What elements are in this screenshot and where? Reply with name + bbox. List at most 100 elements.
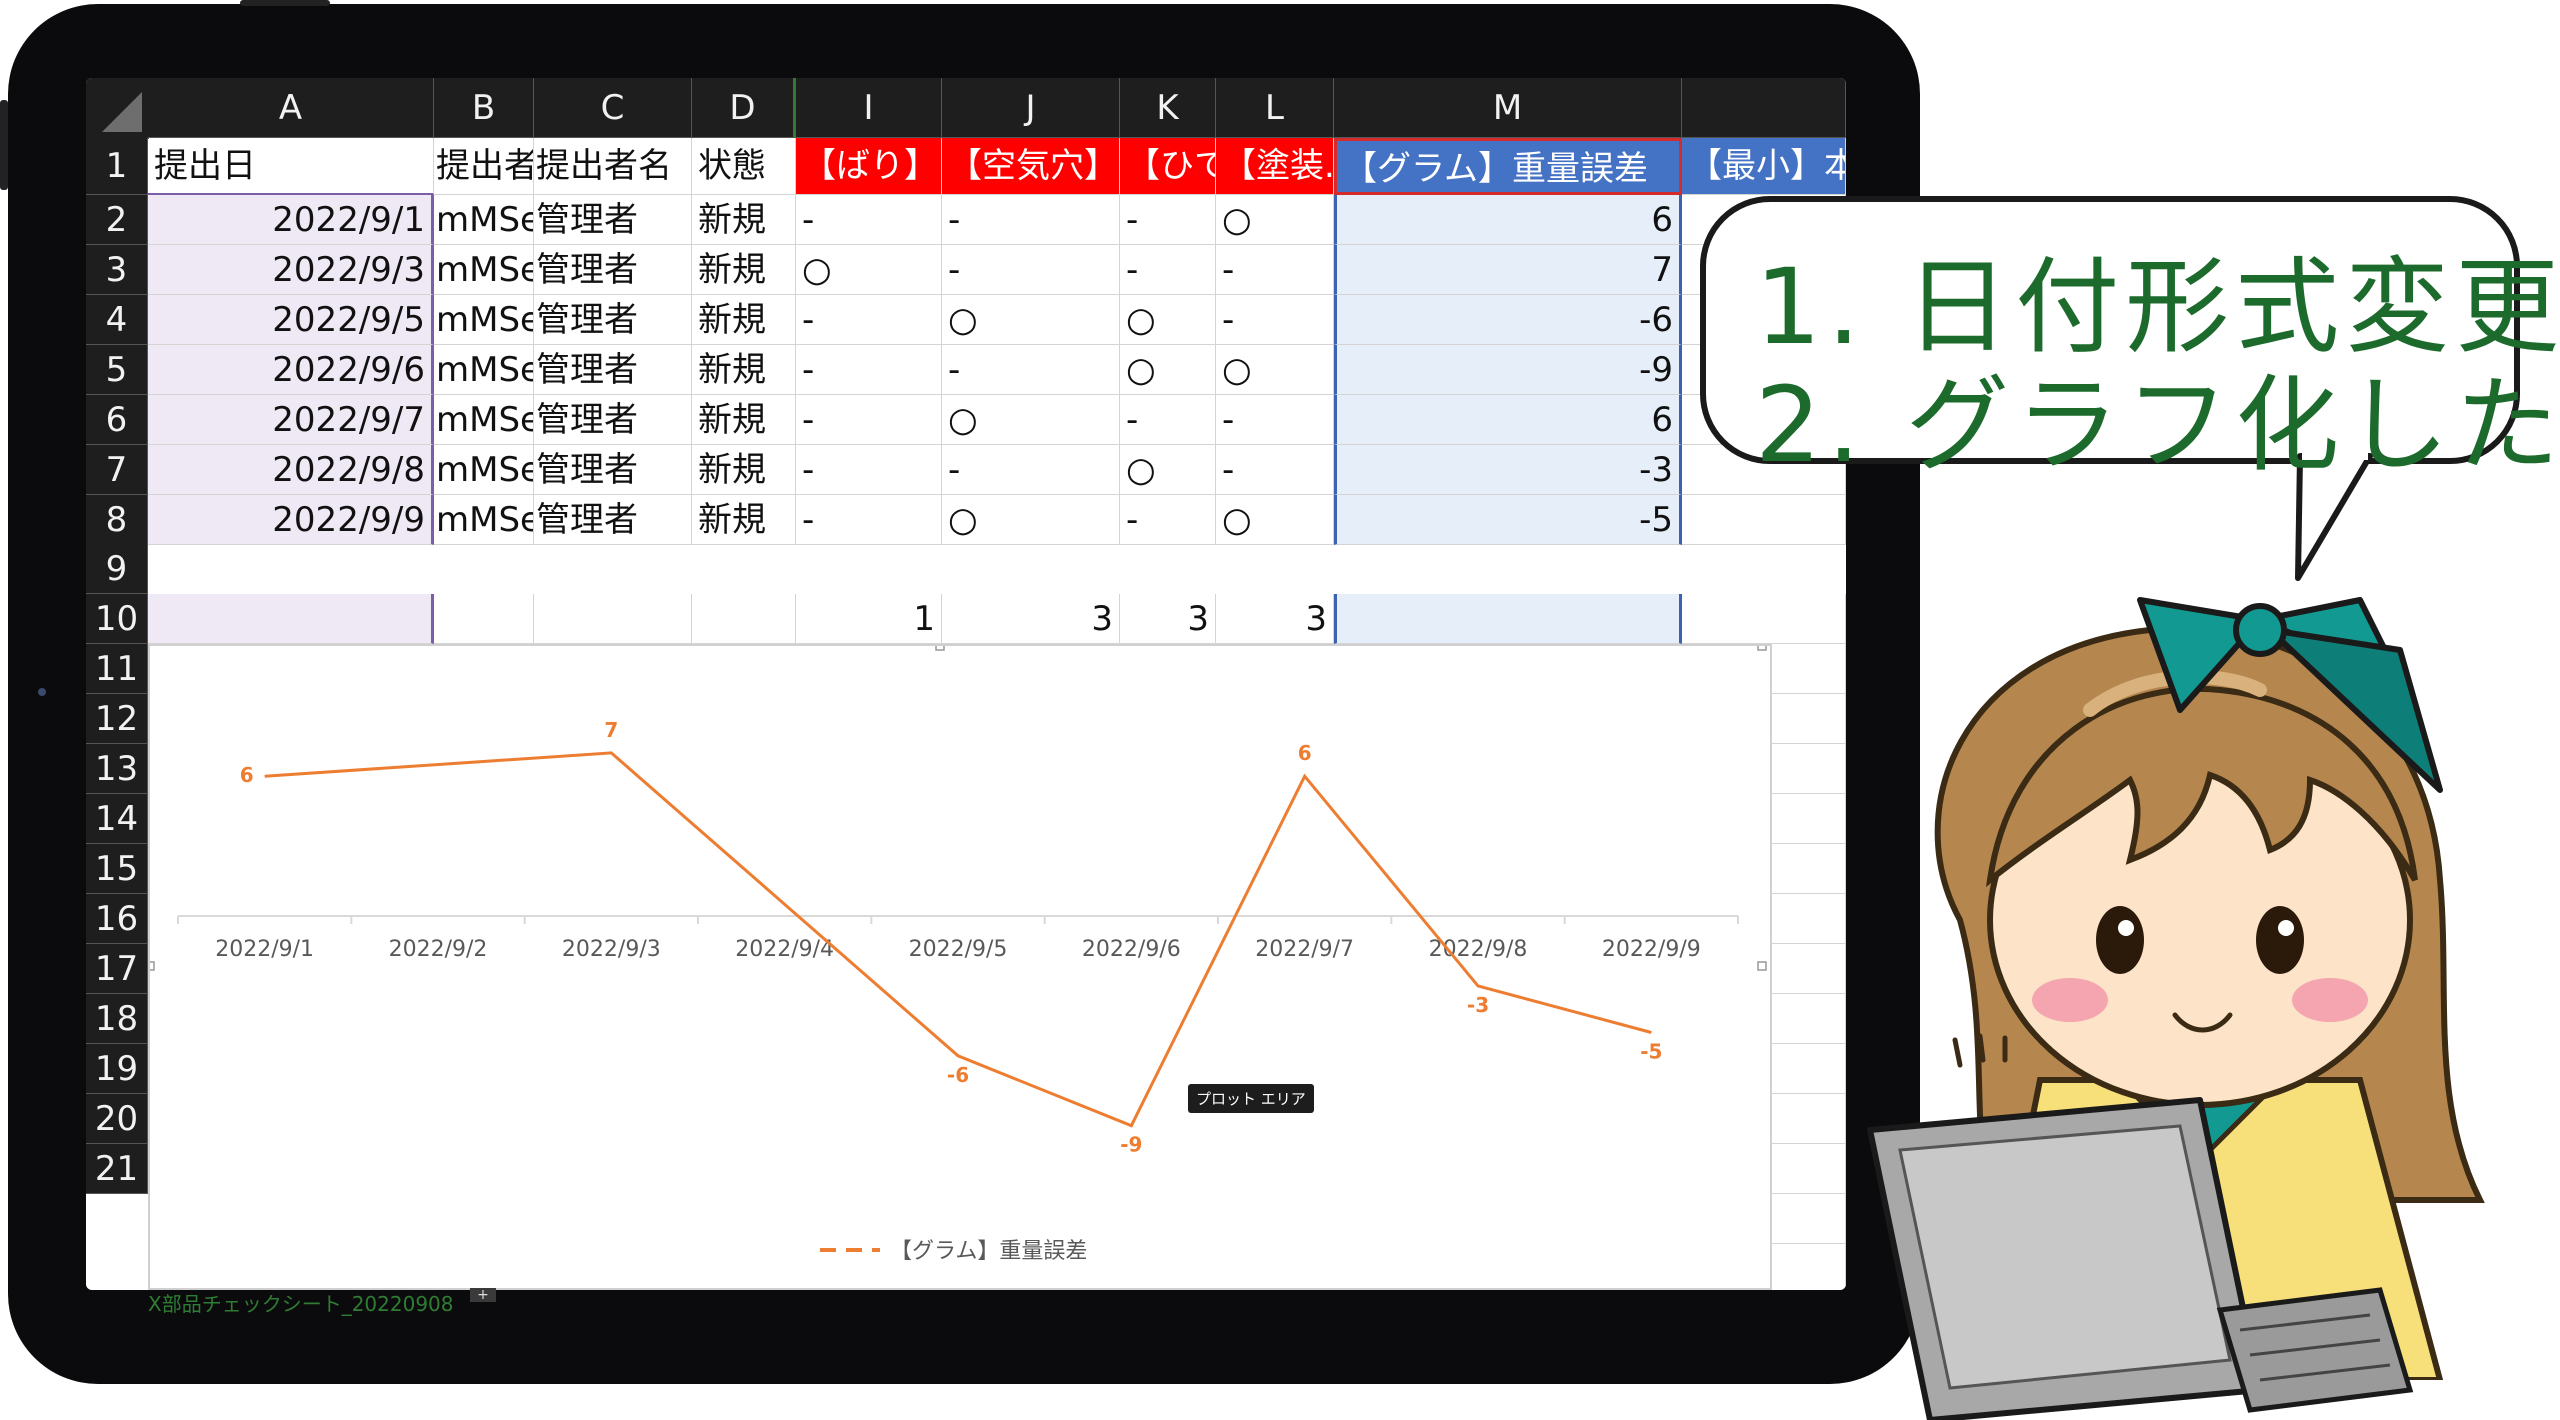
cell-i8[interactable]: - (796, 495, 942, 545)
cell-c3[interactable]: 管理者 (534, 245, 692, 295)
cell-b5[interactable]: mMSe (434, 345, 534, 395)
cell-d6[interactable]: 新規 (692, 395, 796, 445)
cell-k5[interactable]: ○ (1120, 345, 1216, 395)
cell-n10[interactable] (1772, 644, 1846, 694)
cell-d4[interactable]: 新規 (692, 295, 796, 345)
cell-i3[interactable]: ○ (796, 245, 942, 295)
cell-n8[interactable] (1682, 495, 1846, 545)
cell-m6[interactable]: 6 (1334, 395, 1682, 445)
column-header-c[interactable]: C (534, 78, 692, 138)
cell-d9[interactable] (692, 594, 796, 644)
column-header-m[interactable]: M (1334, 78, 1682, 138)
cell-j9-total[interactable]: 3 (942, 594, 1120, 644)
cell-n22[interactable] (1772, 1244, 1846, 1290)
cell-i6[interactable]: - (796, 395, 942, 445)
row-header-9[interactable]: 9 (86, 544, 148, 594)
row-header-16[interactable]: 16 (86, 894, 148, 944)
row-header-5[interactable]: 5 (86, 345, 148, 395)
row-header-18[interactable]: 18 (86, 994, 148, 1044)
cell-n9[interactable] (1682, 594, 1846, 644)
row-header-4[interactable]: 4 (86, 295, 148, 345)
cell-c7[interactable]: 管理者 (534, 445, 692, 495)
cell-c8[interactable]: 管理者 (534, 495, 692, 545)
cell-a4[interactable]: 2022/9/5 (148, 295, 434, 345)
cell-c2[interactable]: 管理者 (534, 195, 692, 245)
row-header-13[interactable]: 13 (86, 744, 148, 794)
cell-d7[interactable]: 新規 (692, 445, 796, 495)
line-chart[interactable]: 2022/9/1 2022/9/2 2022/9/3 2022/9/4 2022/9/5… (145, 641, 1772, 1290)
cell-d2[interactable]: 新規 (692, 195, 796, 245)
cell-j2[interactable]: - (942, 195, 1120, 245)
row-header-8[interactable]: 8 (86, 495, 148, 545)
cell-k7[interactable]: ○ (1120, 445, 1216, 495)
row-header-15[interactable]: 15 (86, 844, 148, 894)
column-header-k[interactable]: K (1120, 78, 1216, 138)
cell-j3[interactable]: - (942, 245, 1120, 295)
cell-l9-total[interactable]: 3 (1216, 594, 1334, 644)
cell-n17[interactable] (1772, 994, 1846, 1044)
row-header-17[interactable]: 17 (86, 944, 148, 994)
cell-d1[interactable]: 状態 (692, 138, 796, 195)
cell-m5[interactable]: -9 (1334, 345, 1682, 395)
cell-j6[interactable]: ○ (942, 395, 1120, 445)
cell-k4[interactable]: ○ (1120, 295, 1216, 345)
cell-b3[interactable]: mMSe (434, 245, 534, 295)
column-header-b[interactable]: B (434, 78, 534, 138)
cell-a7[interactable]: 2022/9/8 (148, 445, 434, 495)
cell-j1[interactable]: 【空気穴】 (942, 138, 1120, 195)
cell-k2[interactable]: - (1120, 195, 1216, 245)
cell-n20[interactable] (1772, 1144, 1846, 1194)
cell-b1[interactable]: 提出者 (434, 138, 534, 195)
column-header-l[interactable]: L (1216, 78, 1334, 138)
cell-n21[interactable] (1772, 1194, 1846, 1244)
column-header-a[interactable]: A (148, 78, 434, 138)
row-header-20[interactable]: 20 (86, 1094, 148, 1144)
cell-a1[interactable]: 提出日 (148, 138, 434, 195)
cell-l2[interactable]: ○ (1216, 195, 1334, 245)
cell-k3[interactable]: - (1120, 245, 1216, 295)
cell-d3[interactable]: 新規 (692, 245, 796, 295)
cell-l6[interactable]: - (1216, 395, 1334, 445)
cell-i5[interactable]: - (796, 345, 942, 395)
cell-c6[interactable]: 管理者 (534, 395, 692, 445)
cell-i4[interactable]: - (796, 295, 942, 345)
cell-n19[interactable] (1772, 1094, 1846, 1144)
sheet-tab[interactable]: X部品チェックシート_20220908 (148, 1288, 454, 1317)
cell-m3[interactable]: 7 (1334, 245, 1682, 295)
cell-l4[interactable]: - (1216, 295, 1334, 345)
cell-n12[interactable] (1772, 744, 1846, 794)
cell-i2[interactable]: - (796, 195, 942, 245)
row-header-14[interactable]: 14 (86, 794, 148, 844)
cell-b4[interactable]: mMSe (434, 295, 534, 345)
cell-b9[interactable] (434, 594, 534, 644)
cell-k6[interactable]: - (1120, 395, 1216, 445)
cell-c5[interactable]: 管理者 (534, 345, 692, 395)
row-header-12[interactable]: 12 (86, 694, 148, 744)
cell-k9-total[interactable]: 3 (1120, 594, 1216, 644)
cell-l5[interactable]: ○ (1216, 345, 1334, 395)
cell-b6[interactable]: mMSe (434, 395, 534, 445)
cell-k1[interactable]: 【ひて (1120, 138, 1216, 195)
cell-m2[interactable]: 6 (1334, 195, 1682, 245)
cell-j5[interactable]: - (942, 345, 1120, 395)
cell-m8[interactable]: -5 (1334, 495, 1682, 545)
row-header-3[interactable]: 3 (86, 245, 148, 295)
column-header-n[interactable] (1682, 78, 1846, 138)
cell-l7[interactable]: - (1216, 445, 1334, 495)
cell-n13[interactable] (1772, 794, 1846, 844)
cell-l3[interactable]: - (1216, 245, 1334, 295)
cell-n15[interactable] (1772, 894, 1846, 944)
cell-n18[interactable] (1772, 1044, 1846, 1094)
cell-l8[interactable]: ○ (1216, 495, 1334, 545)
cell-a6[interactable]: 2022/9/7 (148, 395, 434, 445)
cell-a2[interactable]: 2022/9/1 (148, 195, 434, 245)
cell-b2[interactable]: mMSe (434, 195, 534, 245)
cell-c9[interactable] (534, 594, 692, 644)
cell-m9[interactable] (1334, 594, 1682, 644)
cell-l1[interactable]: 【塗装. (1216, 138, 1334, 195)
cell-m7[interactable]: -3 (1334, 445, 1682, 495)
row-header-6[interactable]: 6 (86, 395, 148, 445)
cell-n1[interactable]: 【最小】本 (1682, 138, 1846, 195)
cell-m1[interactable]: 【グラム】重量誤差 (1334, 138, 1682, 195)
row-header-21[interactable]: 21 (86, 1144, 148, 1194)
